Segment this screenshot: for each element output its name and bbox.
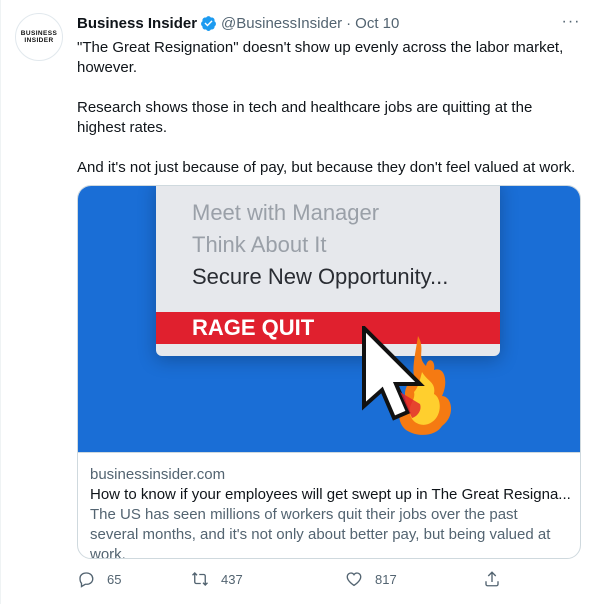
like-icon — [346, 572, 362, 587]
card-title: How to know if your employees will get s… — [90, 486, 570, 503]
avatar-text-line2: INSIDER — [24, 37, 54, 44]
like-button[interactable]: 817 — [345, 570, 397, 588]
card-image[interactable]: Meet with Manager Think About It Secure … — [78, 186, 580, 452]
retweet-button[interactable]: 437 — [191, 570, 243, 588]
card-description: The US has seen millions of workers quit… — [90, 506, 551, 559]
tweet-paragraph: Research shows those in tech and healthc… — [77, 99, 533, 136]
tweet-actions: 65 437 817 — [77, 570, 507, 596]
timeline-divider — [0, 0, 1, 604]
retweet-icon — [192, 572, 208, 586]
card-body[interactable]: businessinsider.com How to know if your … — [78, 452, 580, 559]
author-name[interactable]: Business Insider — [77, 15, 197, 32]
header-separator: · — [346, 14, 352, 32]
retweet-count: 437 — [221, 571, 243, 587]
avatar-text-line1: BUSINESS — [20, 30, 58, 37]
author-handle[interactable]: @BusinessInsider — [221, 15, 342, 32]
share-icon — [485, 571, 499, 587]
tweet-paragraph: "The Great Resignation" doesn't show up … — [77, 39, 564, 76]
fire-cursor-icon — [362, 326, 452, 435]
reply-button[interactable]: 65 — [77, 570, 121, 588]
reply-count: 65 — [107, 571, 122, 587]
tweet-date[interactable]: Oct 10 — [355, 15, 399, 32]
share-button[interactable] — [483, 570, 513, 588]
link-card[interactable]: Meet with Manager Think About It Secure … — [77, 185, 581, 559]
verified-badge-icon — [201, 15, 216, 31]
reply-icon — [79, 572, 94, 588]
tweet-header: Business Insider @BusinessInsider · Oct … — [77, 13, 399, 33]
more-icon[interactable]: ··· — [560, 12, 582, 32]
like-count: 817 — [375, 571, 397, 587]
avatar[interactable]: BUSINESS INSIDER — [15, 13, 63, 61]
tweet-paragraph: And it's not just because of pay, but be… — [77, 159, 576, 176]
illustration-menu-item: Meet with Manager — [192, 200, 380, 225]
tweet-text: "The Great Resignation" doesn't show up … — [77, 38, 577, 198]
illustration-menu-item: Think About It — [192, 232, 327, 257]
illustration-menu-item: Secure New Opportunity... — [192, 264, 449, 289]
card-domain: businessinsider.com — [90, 466, 226, 483]
illustration-rage-quit-label: RAGE QUIT — [192, 315, 315, 340]
